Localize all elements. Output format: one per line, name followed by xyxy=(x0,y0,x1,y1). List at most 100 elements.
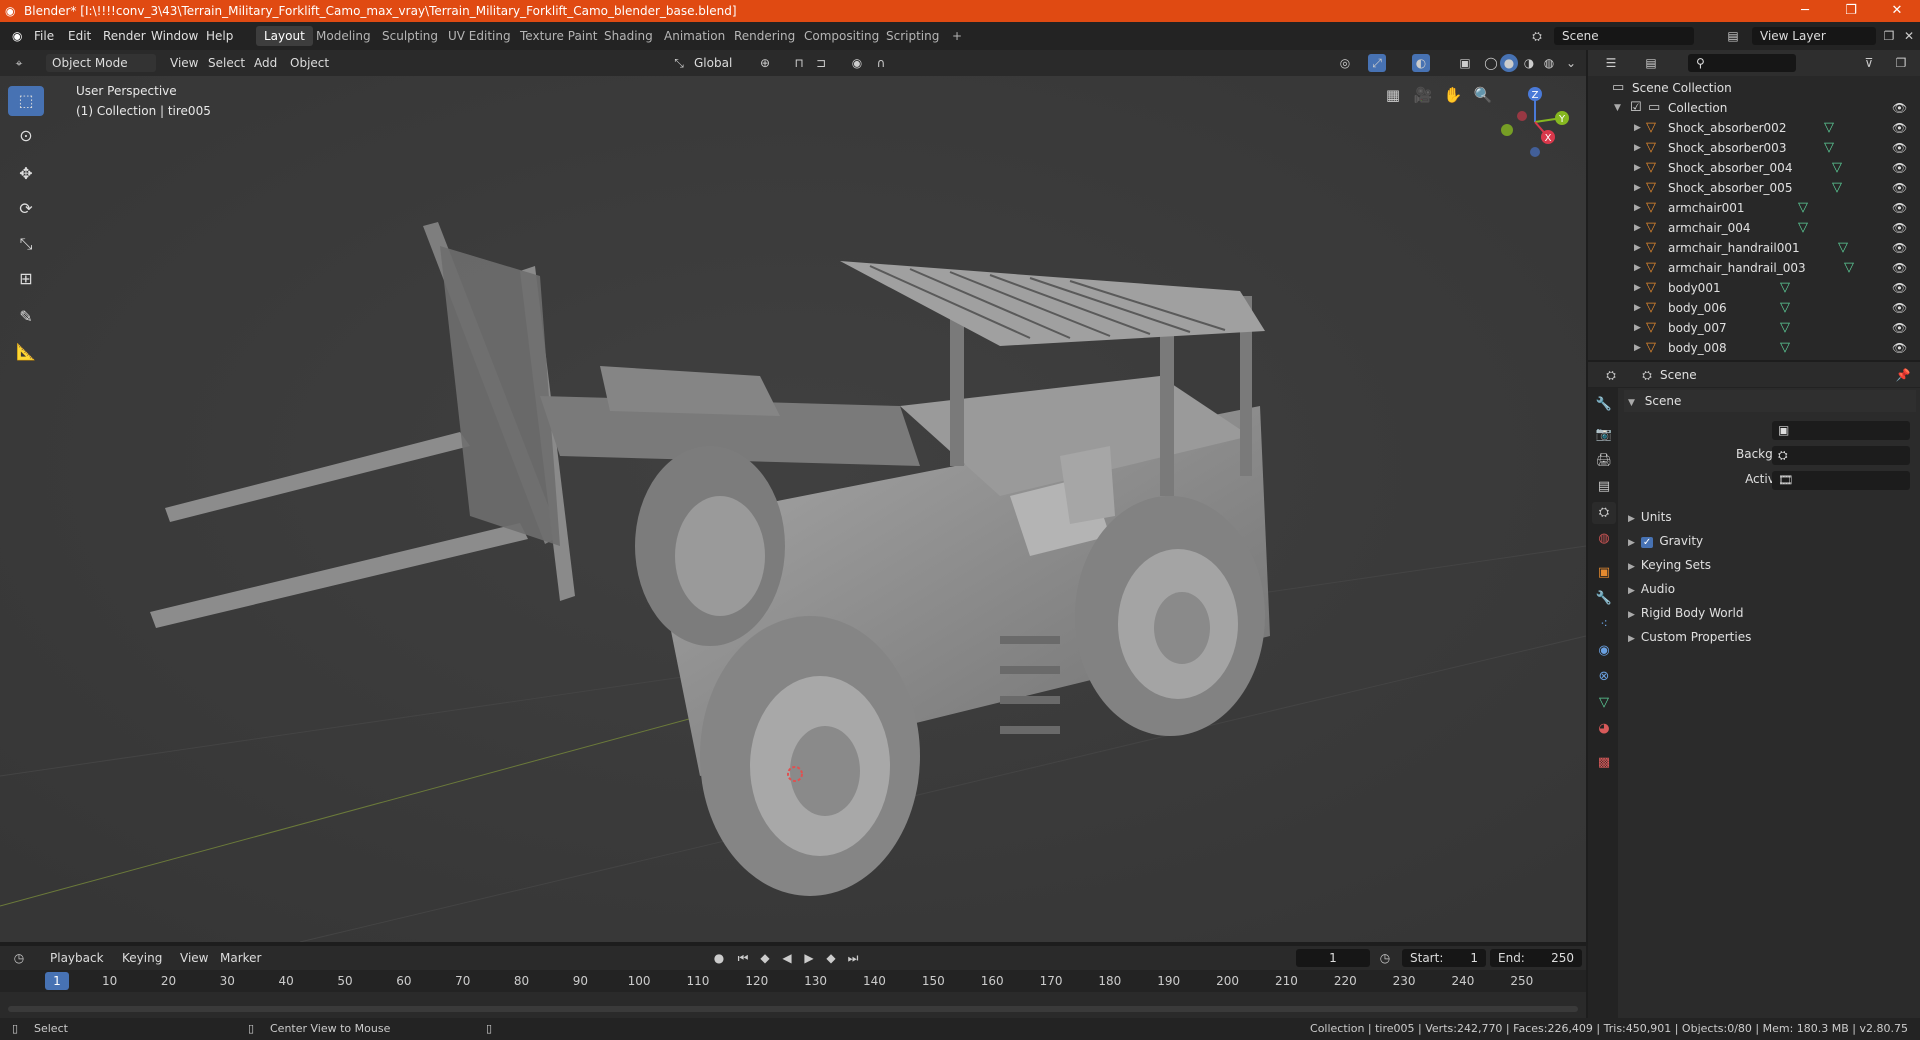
close-button[interactable]: ✕ xyxy=(1874,0,1920,22)
mesh-data-icon[interactable]: ▽ xyxy=(1832,158,1842,178)
active-movie-clip-field[interactable]: 🎞 xyxy=(1772,471,1910,490)
falloff-icon[interactable]: ∩ xyxy=(872,54,890,72)
particles-tab-icon[interactable]: ⁖ xyxy=(1592,614,1616,636)
keying-menu[interactable]: Keying xyxy=(116,949,168,967)
minimize-button[interactable]: ─ xyxy=(1782,0,1828,22)
tab-scripting[interactable]: Scripting xyxy=(878,26,947,46)
eye-icon[interactable]: 👁 xyxy=(1892,238,1907,258)
maximize-button[interactable]: ❐ xyxy=(1828,0,1874,22)
snap-target-icon[interactable]: ⊐ xyxy=(812,54,830,72)
outliner-item[interactable]: ▶ ▽ body_007 ▽ 👁 xyxy=(1588,318,1920,338)
view-layer-field[interactable]: View Layer xyxy=(1752,27,1876,45)
overlay-toggle-icon[interactable]: ◐ xyxy=(1412,54,1430,72)
eye-icon[interactable]: 👁 xyxy=(1892,338,1907,358)
property-subsection[interactable]: ▶ Audio xyxy=(1624,578,1916,600)
modifier-tab-icon[interactable]: 🔧 xyxy=(1592,588,1616,610)
view-layer-icon[interactable]: ▤ xyxy=(1724,27,1742,45)
new-collection-icon[interactable]: ❐ xyxy=(1892,54,1910,72)
material-shading-icon[interactable]: ◑ xyxy=(1520,54,1538,72)
tab-layout[interactable]: Layout xyxy=(256,26,313,46)
tool-tab-icon[interactable]: 🔧 xyxy=(1592,394,1616,416)
camera-field[interactable]: ▣ xyxy=(1772,421,1910,440)
object-menu[interactable]: Object xyxy=(284,54,335,72)
expand-arrow-icon[interactable]: ▶ xyxy=(1634,338,1641,358)
collapse-arrow-icon[interactable]: ▼ xyxy=(1614,98,1621,118)
expand-arrow-icon[interactable]: ▶ xyxy=(1634,138,1641,158)
mesh-data-icon[interactable]: ▽ xyxy=(1798,218,1808,238)
mesh-data-icon[interactable]: ▽ xyxy=(1780,298,1790,318)
mesh-data-icon[interactable]: ▽ xyxy=(1832,178,1842,198)
xray-toggle-icon[interactable]: ▣ xyxy=(1456,54,1474,72)
property-subsection[interactable]: ▶ Units xyxy=(1624,506,1916,528)
shading-options-icon[interactable]: ⌄ xyxy=(1562,54,1580,72)
background-scene-field[interactable]: ⛭ xyxy=(1772,446,1910,465)
property-subsection[interactable]: ▶ Rigid Body World xyxy=(1624,602,1916,624)
outliner-item[interactable]: ▶ ▽ armchair_handrail001 ▽ 👁 xyxy=(1588,238,1920,258)
outliner-item[interactable]: ▶ ▽ Shock_absorber002 ▽ 👁 xyxy=(1588,118,1920,138)
rotate-tool-icon[interactable]: ⟳ xyxy=(8,194,44,224)
editor-type-icon[interactable]: ⌖ xyxy=(10,54,28,72)
scene-icon[interactable]: ⛭ xyxy=(1528,27,1546,45)
eye-icon[interactable]: 👁 xyxy=(1892,98,1907,118)
tab-animation[interactable]: Animation xyxy=(656,26,733,46)
outliner-item[interactable]: ▶ ▽ armchair_004 ▽ 👁 xyxy=(1588,218,1920,238)
object-mode-dropdown[interactable]: Object Mode xyxy=(46,54,156,72)
record-icon[interactable]: ● xyxy=(710,949,728,967)
pan-hand-icon[interactable]: ✋ xyxy=(1440,82,1466,108)
toggle-camera-view-icon[interactable]: ▦ xyxy=(1380,82,1406,108)
world-tab-icon[interactable]: ◍ xyxy=(1592,528,1616,550)
eye-icon[interactable]: 👁 xyxy=(1892,298,1907,318)
output-tab-icon[interactable]: 🖨 xyxy=(1592,450,1616,472)
scene-section-header[interactable]: ▼ Scene xyxy=(1624,390,1916,412)
constraints-tab-icon[interactable]: ⊗ xyxy=(1592,666,1616,688)
move-tool-icon[interactable]: ✥ xyxy=(8,159,44,189)
annotate-tool-icon[interactable]: ✎ xyxy=(8,302,44,332)
mesh-data-icon[interactable]: ▽ xyxy=(1780,278,1790,298)
mesh-data-icon[interactable]: ▽ xyxy=(1780,338,1790,358)
add-menu[interactable]: Add xyxy=(248,54,283,72)
menu-render[interactable]: Render xyxy=(97,27,152,45)
eye-icon[interactable]: 👁 xyxy=(1892,258,1907,278)
select-box-tool-icon[interactable]: ⬚ xyxy=(8,86,44,116)
mesh-data-icon[interactable]: ▽ xyxy=(1824,138,1834,158)
timeline-ruler[interactable]: 1102030405060708090100110120130140150160… xyxy=(0,970,1586,992)
measure-tool-icon[interactable]: 📐 xyxy=(8,337,44,367)
play-icon[interactable]: ▶ xyxy=(800,949,818,967)
timeline-view-menu[interactable]: View xyxy=(174,949,214,967)
expand-arrow-icon[interactable]: ▶ xyxy=(1634,258,1641,278)
current-frame-field[interactable]: 1 xyxy=(1296,949,1370,967)
expand-arrow-icon[interactable]: ▶ xyxy=(1634,178,1641,198)
expand-arrow-icon[interactable]: ▶ xyxy=(1634,158,1641,178)
material-tab-icon[interactable]: ◕ xyxy=(1592,718,1616,740)
cursor-tool-icon[interactable]: ⊙ xyxy=(8,121,44,151)
data-tab-icon[interactable]: ▽ xyxy=(1592,692,1616,714)
tab-uv-editing[interactable]: UV Editing xyxy=(440,26,519,46)
checkbox-icon[interactable]: ☑ xyxy=(1630,98,1642,118)
next-keyframe-icon[interactable]: ◆ xyxy=(822,949,840,967)
mesh-data-icon[interactable]: ▽ xyxy=(1824,118,1834,138)
outliner-scene-collection[interactable]: ▭ Scene Collection xyxy=(1588,78,1920,98)
outliner-item[interactable]: ▶ ▽ Shock_absorber_005 ▽ 👁 xyxy=(1588,178,1920,198)
display-mode-icon[interactable]: ▤ xyxy=(1642,54,1660,72)
scene-tab-icon[interactable]: ⛭ xyxy=(1592,502,1616,524)
jump-end-icon[interactable]: ⏭ xyxy=(844,949,862,967)
property-subsection[interactable]: ▶ ✓ Gravity xyxy=(1624,530,1916,552)
eye-icon[interactable]: 👁 xyxy=(1892,178,1907,198)
menu-help[interactable]: Help xyxy=(200,27,239,45)
expand-arrow-icon[interactable]: ▶ xyxy=(1634,198,1641,218)
prev-keyframe-icon[interactable]: ◆ xyxy=(756,949,774,967)
jump-start-icon[interactable]: ⏮ xyxy=(734,949,752,967)
eye-icon[interactable]: 👁 xyxy=(1892,118,1907,138)
marker-menu[interactable]: Marker xyxy=(214,949,267,967)
outliner-collection[interactable]: ▼ ☑ ▭ Collection 👁 xyxy=(1588,98,1920,118)
outliner-item[interactable]: ▶ ▽ body001 ▽ 👁 xyxy=(1588,278,1920,298)
tab-compositing[interactable]: Compositing xyxy=(796,26,887,46)
add-workspace-button[interactable]: + xyxy=(944,26,970,46)
rendered-shading-icon[interactable]: ◍ xyxy=(1540,54,1558,72)
pivot-point-icon[interactable]: ⊕ xyxy=(756,54,774,72)
gravity-checkbox[interactable]: ✓ xyxy=(1640,537,1654,548)
camera-icon[interactable]: 🎥 xyxy=(1410,82,1436,108)
preview-range-icon[interactable]: ◷ xyxy=(1376,949,1394,967)
menu-window[interactable]: Window xyxy=(145,27,204,45)
menu-edit[interactable]: Edit xyxy=(62,27,97,45)
